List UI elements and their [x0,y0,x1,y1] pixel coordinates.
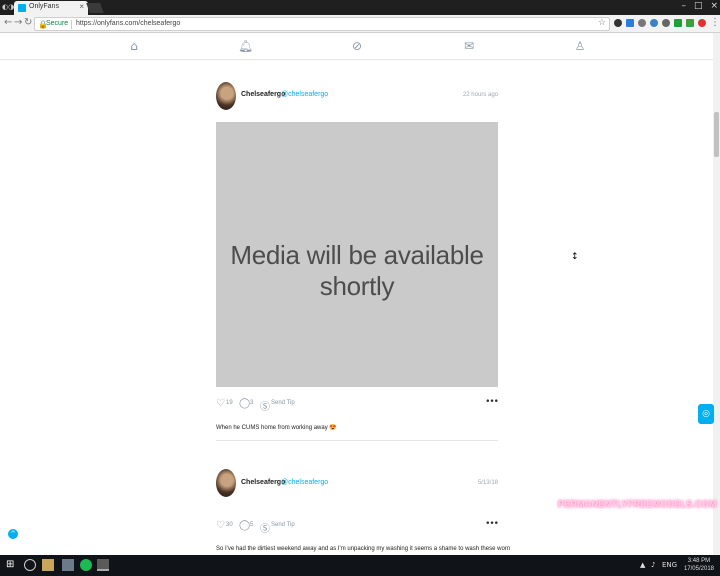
avatar[interactable] [216,82,236,110]
browser-tab-bar: ◐◑ OnlyFans × – □ × [0,0,720,15]
clock[interactable]: 3:48 PM 17/05/2018 [684,557,714,573]
address-bar-row: ← → ↻ 🔒 Secure https://onlyfans.com/chel… [0,15,720,33]
app-icon[interactable] [62,559,74,571]
browser-tab[interactable]: OnlyFans × [14,1,88,15]
scrollbar-thumb[interactable] [714,112,719,157]
search-icon[interactable] [24,559,36,571]
volume-icon[interactable]: ♪ [651,561,655,569]
minimize-button[interactable]: – [681,1,686,14]
mouse-cursor-icon: ↕ [571,252,579,262]
secure-label: Secure [46,20,69,27]
scroll-to-top-button[interactable]: ^ [8,529,18,539]
post-header: Chelseafergo @chelseafergo 22 hours ago [216,82,498,112]
download-extension-icon[interactable] [626,19,634,27]
extension-icon[interactable] [638,19,646,27]
new-tab-button[interactable] [86,3,104,13]
more-options-icon[interactable]: ••• [485,397,499,407]
extension-icon[interactable] [614,19,622,27]
messages-icon[interactable]: ✉ [462,39,476,53]
extension-icon[interactable] [674,19,682,27]
onlyfans-favicon-icon [18,4,26,12]
post-header: Chelseafergo @chelseafergo 5/13/18 [216,469,498,499]
side-action-button[interactable]: ◎ [698,404,714,424]
taskbar: ⊞ ▲ ♪ ENG 3:48 PM 17/05/2018 [0,555,720,576]
forward-button[interactable]: → [14,17,22,28]
post-text: When he CUMS home from working away 😍 [216,425,337,431]
like-count: 19 [226,400,233,406]
site-nav: ⌂ 🔔︎ ⊘ ✉ ♙ [0,33,720,60]
reload-button[interactable]: ↻ [24,17,32,28]
chrome-icon[interactable] [97,559,109,571]
file-explorer-icon[interactable] [42,559,54,571]
comment-count: 3 [250,400,254,406]
like-heart-icon[interactable]: ♡ [216,520,225,531]
maximize-button[interactable]: □ [694,1,703,14]
media-status-text: Media will be available shortly [230,240,484,301]
close-window-button[interactable]: × [710,1,718,14]
post-author-name[interactable]: Chelseafergo [241,479,285,486]
send-tip-button[interactable]: Send Tip [271,522,295,528]
post-author-name[interactable]: Chelseafergo [241,91,285,98]
comment-icon[interactable]: ◯ [239,520,250,531]
url-input[interactable]: 🔒 Secure https://onlyfans.com/chelseafer… [34,17,610,31]
window-controls: – □ × [681,1,718,14]
like-count: 30 [226,522,233,528]
window-menu-icon[interactable]: ◐◑ [2,3,14,12]
notifications-bell-icon[interactable]: 🔔︎ [238,39,253,53]
language-indicator[interactable]: ENG [662,561,677,569]
create-post-icon[interactable]: ⊘ [350,39,364,53]
comment-icon[interactable]: ◯ [239,398,250,409]
post-actions: ♡ 19 ◯ 3 Ⓢ Send Tip ••• [216,397,499,413]
send-tip-button[interactable]: Send Tip [271,400,295,406]
post-text: So I've had the dirtiest weekend away an… [216,546,511,552]
url-separator [71,20,72,29]
post-actions: ♡ 30 ◯ 5 Ⓢ Send Tip ••• [216,519,499,535]
more-options-icon[interactable]: ••• [485,519,499,529]
spotify-icon[interactable] [80,559,92,571]
extension-icon[interactable] [686,19,694,27]
home-icon[interactable]: ⌂ [127,39,141,53]
clock-date: 17/05/2018 [683,566,714,572]
bookmark-star-icon[interactable]: ☆ [598,18,606,28]
post-author-handle[interactable]: @chelseafergo [281,91,328,98]
post-time: 22 hours ago [462,92,498,98]
tip-dollar-icon[interactable]: Ⓢ [260,398,270,413]
tab-title: OnlyFans [29,3,59,10]
extension-icon[interactable] [698,19,706,27]
back-button[interactable]: ← [4,17,12,28]
url-text: https://onlyfans.com/chelseafergo [76,20,181,27]
post-author-handle[interactable]: @chelseafergo [281,479,328,486]
extension-icon[interactable] [662,19,670,27]
post-time: 5/13/18 [477,480,498,486]
comment-count: 5 [250,522,254,528]
tip-dollar-icon[interactable]: Ⓢ [260,520,270,535]
post-media-placeholder[interactable]: Media will be available shortly [216,122,498,387]
post-divider [216,440,498,441]
watermark: PERMANENTLYFREEMODELS.COM [558,499,717,509]
clock-time: 3:48 PM [687,558,711,564]
like-heart-icon[interactable]: ♡ [216,398,225,409]
browser-menu-icon[interactable]: ⋮ [710,17,720,28]
windows-start-icon[interactable]: ⊞ [6,559,18,571]
tab-close-icon[interactable]: × [79,2,84,11]
profile-icon[interactable]: ♙ [573,39,587,53]
extension-icon[interactable] [650,19,658,27]
avatar[interactable] [216,469,236,497]
network-icon[interactable]: ▲ [640,561,645,569]
